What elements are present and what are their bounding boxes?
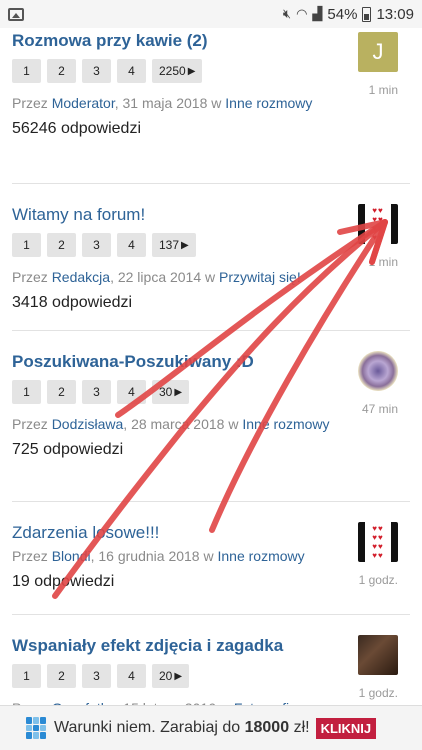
last-post-time: 1 min [368, 255, 398, 269]
forum-link[interactable]: Inne rozmowy [218, 548, 305, 564]
caret-right-icon: ▶ [181, 239, 189, 251]
mute-icon: 🔇︎ [282, 6, 292, 21]
hearts-card-icon: ♥♥ ♥♥ ♥♥ ♥♥ [365, 204, 391, 244]
topic-meta: Przez Blondi, 16 grudnia 2018 w Inne roz… [12, 548, 305, 564]
last-post-time: 1 min [368, 83, 398, 97]
status-bar: 🔇︎ ◠ ▟ 54% 13:09 [0, 0, 422, 28]
page-button[interactable]: 2 [47, 233, 76, 257]
page-button[interactable]: 1 [12, 380, 41, 404]
last-page-button[interactable]: 137 ▶ [152, 233, 196, 257]
last-page-label: 30 [159, 385, 173, 399]
author-link[interactable]: Blondi [52, 548, 91, 564]
last-page-button[interactable]: 20 ▶ [152, 664, 190, 688]
meta-in: w [205, 269, 216, 285]
forum-link[interactable]: Inne rozmowy [225, 95, 312, 111]
playing-card-avatar[interactable]: ♥♥ ♥♥ ♥♥ ♥♥ [358, 204, 398, 244]
last-page-label: 137 [159, 238, 180, 252]
last-page-button[interactable]: 30 ▶ [152, 380, 190, 404]
ad-amount: 18000 [244, 719, 290, 736]
last-post-time: 47 min [361, 402, 398, 416]
image-icon [8, 7, 24, 21]
ad-banner[interactable]: Warunki niem. Zarabiaj do 18000 zł! KLIK… [0, 705, 422, 750]
signal-icon: ▟ [312, 6, 323, 21]
caret-right-icon: ▶ [174, 386, 183, 398]
page-button[interactable]: 3 [82, 233, 111, 257]
caret-right-icon: ▶ [187, 65, 196, 77]
meta-prefix: Przez [12, 269, 48, 285]
meta-prefix: Przez [12, 416, 48, 432]
photo-avatar[interactable] [358, 635, 398, 675]
topic-list: Rozmowa przy kawie (2) 1 2 3 4 2250 ▶ Prz… [12, 28, 410, 735]
meta-prefix: Przez [12, 548, 48, 564]
author-link[interactable]: Dodzisława [52, 416, 124, 432]
page-button[interactable]: 3 [82, 59, 111, 83]
letter-j-avatar[interactable]: J [358, 32, 398, 72]
last-page-label: 20 [159, 669, 173, 683]
page-button[interactable]: 2 [47, 664, 76, 688]
ad-message: Warunki niem. Zarabiaj do [54, 719, 241, 736]
forum-link[interactable]: Przywitaj się! [219, 269, 301, 285]
topic-item: Rozmowa przy kawie (2) 1 2 3 4 2250 ▶ Prz… [12, 30, 410, 184]
ad-logo-icon [26, 717, 48, 739]
author-link[interactable]: Moderator [52, 95, 115, 111]
ad-text: Warunki niem. Zarabiaj do 18000 zł! [54, 719, 310, 737]
page-button[interactable]: 1 [12, 59, 41, 83]
topic-title[interactable]: Zdarzenia losowe!!! [12, 522, 410, 544]
page-button[interactable]: 2 [47, 59, 76, 83]
caret-right-icon: ▶ [174, 670, 183, 682]
battery-icon [362, 6, 372, 22]
topic-title[interactable]: Poszukiwana-Poszukiwany :D [12, 351, 410, 373]
page-button[interactable]: 4 [117, 664, 146, 688]
last-page-button[interactable]: 2250 ▶ [152, 59, 203, 83]
ad-currency: zł! [293, 719, 310, 736]
hearts-card-icon: ♥♥ ♥♥ ♥♥ ♥♥ [365, 522, 391, 562]
forum-link[interactable]: Inne rozmowy [242, 416, 329, 432]
page-button[interactable]: 1 [12, 664, 41, 688]
page-button[interactable]: 1 [12, 233, 41, 257]
topic-date: 28 marca 2018 [131, 416, 225, 432]
author-link[interactable]: Redakcja [52, 269, 110, 285]
topic-meta: Przez Moderator, 31 maja 2018 w Inne roz… [12, 95, 313, 111]
meta-in: w [228, 416, 239, 432]
topic-title[interactable]: Witamy na forum! [12, 204, 410, 226]
topic-item: Poszukiwana-Poszukiwany :D 1 2 3 4 30 ▶ P… [12, 331, 410, 502]
playing-card-avatar[interactable]: ♥♥ ♥♥ ♥♥ ♥♥ [358, 522, 398, 562]
page-button[interactable]: 4 [117, 59, 146, 83]
topic-title[interactable]: Rozmowa przy kawie (2) [12, 30, 410, 52]
page-button[interactable]: 3 [82, 664, 111, 688]
topic-date: 22 lipca 2014 [117, 269, 202, 285]
topic-title[interactable]: Wspaniały efekt zdjęcia i zagadka [12, 635, 410, 657]
pagination: 1 2 3 4 30 ▶ [12, 380, 410, 404]
last-post-time: 1 godz. [358, 686, 398, 700]
page-button[interactable]: 3 [82, 380, 111, 404]
pagination: 1 2 3 4 20 ▶ [12, 664, 410, 688]
reply-count: 3418 odpowiedzi [12, 294, 133, 311]
pagination: 1 2 3 4 2250 ▶ [12, 59, 410, 83]
reply-count: 725 odpowiedzi [12, 441, 124, 458]
last-page-label: 2250 [159, 64, 186, 78]
page-button[interactable]: 4 [117, 380, 146, 404]
battery-percent: 54% [327, 5, 358, 23]
avatar-letter: J [372, 39, 384, 64]
pagination: 1 2 3 4 137 ▶ [12, 233, 410, 257]
topic-item: Witamy na forum! 1 2 3 4 137 ▶ Przez Reda… [12, 184, 410, 331]
page-button[interactable]: 2 [47, 380, 76, 404]
ad-click-button[interactable]: KLIKNIJ [315, 717, 377, 739]
meta-prefix: Przez [12, 95, 48, 111]
last-post-time: 1 godz. [358, 573, 398, 587]
clock: 13:09 [376, 5, 414, 23]
page-button[interactable]: 4 [117, 233, 146, 257]
mandala-avatar[interactable] [358, 351, 398, 391]
topic-meta: Przez Dodzisława, 28 marca 2018 w Inne r… [12, 416, 330, 432]
meta-in: w [211, 95, 222, 111]
topic-meta: Przez Redakcja, 22 lipca 2014 w Przywita… [12, 269, 301, 285]
meta-in: w [203, 548, 214, 564]
reply-count: 56246 odpowiedzi [12, 120, 141, 137]
topic-date: 16 grudnia 2018 [98, 548, 200, 564]
topic-date: 31 maja 2018 [122, 95, 208, 111]
wifi-icon: ◠ [296, 6, 308, 21]
topic-item: Zdarzenia losowe!!! Przez Blondi, 16 gru… [12, 502, 410, 615]
